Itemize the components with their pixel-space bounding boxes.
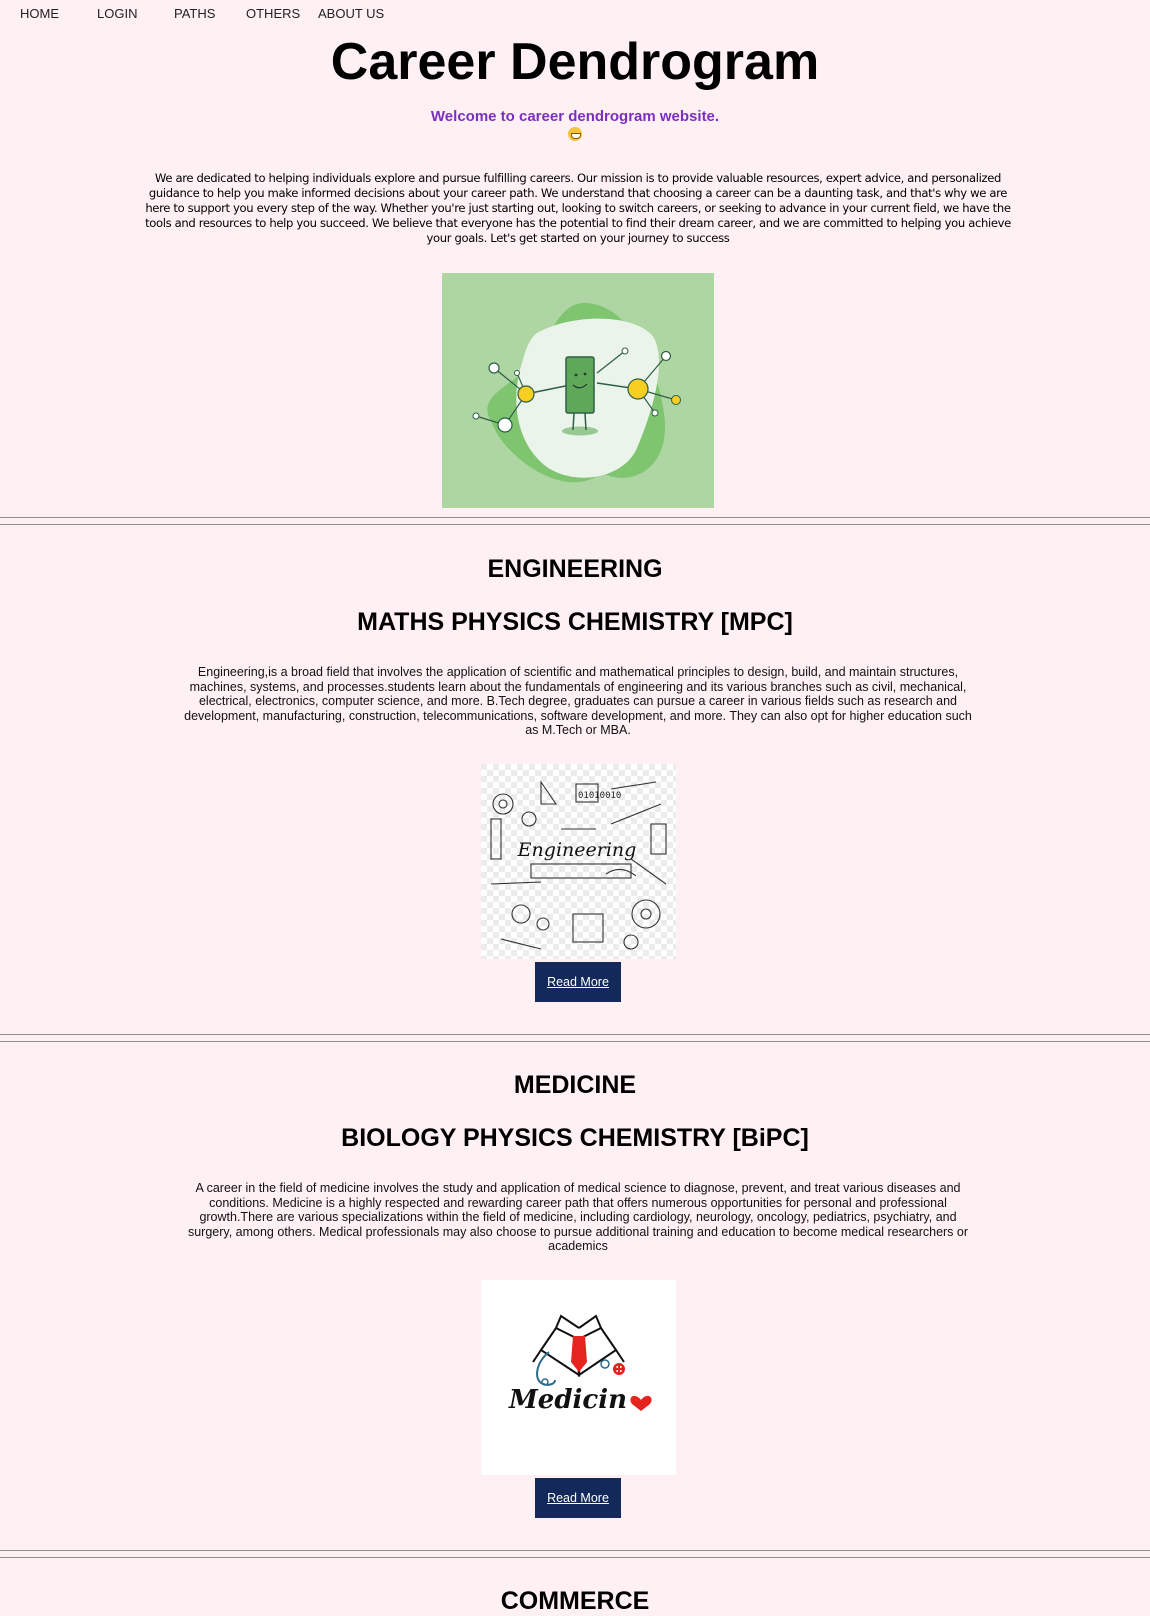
bipc-subheading: BIOLOGY PHYSICS CHEMISTRY [BiPC] <box>341 1124 809 1152</box>
top-nav: HOME LOGIN PATHS OTHERS ABOUT US <box>0 6 1150 24</box>
engineering-word-label: Engineering <box>517 839 637 861</box>
nav-others-link[interactable]: OTHERS <box>246 6 300 21</box>
medicine-description: A career in the field of medicine involv… <box>187 1181 969 1253</box>
dendrogram-illustration <box>472 302 681 483</box>
medicine-logo-icon: Medicin <box>508 1314 652 1415</box>
grin-emoji-icon <box>568 127 582 141</box>
nav-paths-link[interactable]: PATHS <box>174 6 215 21</box>
page-title: Career Dendrogram <box>330 33 820 91</box>
engineering-heading: ENGINEERING <box>487 555 663 583</box>
nav-home-link[interactable]: HOME <box>20 6 59 21</box>
engineering-read-more-button[interactable]: Read More <box>535 962 621 1002</box>
nav-login-link[interactable]: LOGIN <box>97 6 137 21</box>
engineering-binary-label: 01010010 <box>578 791 621 801</box>
medicine-read-more-button[interactable]: Read More <box>535 1478 621 1518</box>
mpc-subheading: MATHS PHYSICS CHEMISTRY [MPC] <box>357 608 793 636</box>
medicine-heading: MEDICINE <box>513 1071 637 1099</box>
engineering-doodle-icon: 01010010 Engineering <box>481 764 676 959</box>
engineering-image: 01010010 Engineering <box>481 764 676 959</box>
section-divider <box>0 1034 1150 1042</box>
section-divider <box>0 1550 1150 1558</box>
commerce-heading: COMMERCE <box>500 1587 650 1615</box>
hero-illustration <box>442 273 714 508</box>
medicine-word-label: Medicin <box>508 1385 627 1415</box>
nav-about-link[interactable]: ABOUT US <box>318 6 384 21</box>
section-divider <box>0 517 1150 525</box>
engineering-description: Engineering,is a broad field that involv… <box>184 665 972 737</box>
medicine-image: Medicin <box>481 1280 676 1475</box>
welcome-text: Welcome to career dendrogram website. <box>430 108 720 125</box>
intro-paragraph: We are dedicated to helping individuals … <box>145 171 1011 245</box>
